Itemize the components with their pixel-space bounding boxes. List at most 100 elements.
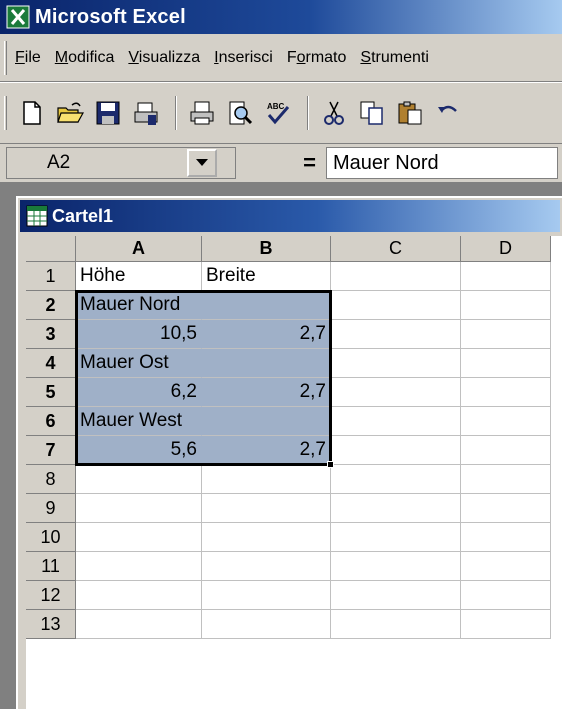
open-icon [57,102,84,123]
save-button[interactable] [91,96,125,130]
cell-d6[interactable] [461,407,551,436]
print-preview-button[interactable] [223,96,257,130]
row-header-3[interactable]: 3 [26,320,76,349]
cell-c11[interactable] [331,552,461,581]
row-header-1[interactable]: 1 [26,262,76,291]
formula-input[interactable]: Mauer Nord [326,147,558,179]
row-header-8[interactable]: 8 [26,465,76,494]
cell-d7[interactable] [461,436,551,465]
row-header-2[interactable]: 2 [26,291,76,320]
cell-c8[interactable] [331,465,461,494]
cell-b5[interactable]: 2,7 [202,378,331,407]
cell-b10[interactable] [202,523,331,552]
cell-c9[interactable] [331,494,461,523]
cell-a4[interactable]: Mauer Ost [76,349,202,378]
new-button[interactable] [15,96,49,130]
cell-c10[interactable] [331,523,461,552]
row-header-6[interactable]: 6 [26,407,76,436]
cell-d11[interactable] [461,552,551,581]
cell-c4[interactable] [331,349,461,378]
cell-b11[interactable] [202,552,331,581]
row-header-10[interactable]: 10 [26,523,76,552]
cell-d5[interactable] [461,378,551,407]
cell-c2[interactable] [331,291,461,320]
cell-a7[interactable]: 5,6 [76,436,202,465]
column-header-c[interactable]: C [331,236,461,262]
spelling-button[interactable]: ABC [261,96,295,130]
cell-d2[interactable] [461,291,551,320]
edit-formula-button[interactable]: = [236,147,326,179]
cell-d4[interactable] [461,349,551,378]
cell-b8[interactable] [202,465,331,494]
copy-button[interactable] [355,96,389,130]
cell-b7[interactable]: 2,7 [202,436,331,465]
cell-a10[interactable] [76,523,202,552]
undo-button[interactable] [431,96,465,130]
cell-c12[interactable] [331,581,461,610]
cell-a1[interactable]: Höhe [76,262,202,291]
cut-button[interactable] [317,96,351,130]
cell-b1[interactable]: Breite [202,262,331,291]
row-header-4[interactable]: 4 [26,349,76,378]
cell-c1[interactable] [331,262,461,291]
row-header-9[interactable]: 9 [26,494,76,523]
column-header-d[interactable]: D [461,236,551,262]
cell-a2[interactable]: Mauer Nord [76,291,202,320]
fill-handle[interactable] [327,461,334,468]
row-header-13[interactable]: 13 [26,610,76,639]
cell-c6[interactable] [331,407,461,436]
row-header-11[interactable]: 11 [26,552,76,581]
cell-b12[interactable] [202,581,331,610]
cell-d13[interactable] [461,610,551,639]
row-header-12[interactable]: 12 [26,581,76,610]
name-box[interactable]: A2 [6,147,236,179]
select-all-corner[interactable] [26,236,76,262]
undo-icon [438,105,457,113]
cell-b6[interactable] [202,407,331,436]
cell-d1[interactable] [461,262,551,291]
cell-c7[interactable] [331,436,461,465]
worksheet-grid[interactable]: A B C D 1 Höhe Breite 2 Mauer Nord 3 10,5 2,7 4 Mauer… [26,236,562,709]
row-header-5[interactable]: 5 [26,378,76,407]
menu-inserisci[interactable]: Inserisci [214,49,273,67]
print-preview-icon [229,101,253,125]
cell-a5[interactable]: 6,2 [76,378,202,407]
cell-b9[interactable] [202,494,331,523]
workbook-title-bar[interactable]: Cartel1 [20,200,560,232]
print-setup-button[interactable] [129,96,163,130]
menu-file[interactable]: File [15,49,41,67]
cell-a12[interactable] [76,581,202,610]
cell-a9[interactable] [76,494,202,523]
column-header-b[interactable]: B [202,236,331,262]
menu-strumenti[interactable]: Strumenti [360,49,428,67]
name-box-dropdown[interactable] [187,149,217,177]
cell-d3[interactable] [461,320,551,349]
cell-c5[interactable] [331,378,461,407]
cell-c13[interactable] [331,610,461,639]
cell-c3[interactable] [331,320,461,349]
cell-b4[interactable] [202,349,331,378]
name-box-value[interactable]: A2 [7,152,187,174]
cell-b13[interactable] [202,610,331,639]
cell-d12[interactable] [461,581,551,610]
menu-modifica[interactable]: Modifica [55,49,115,67]
cell-a11[interactable] [76,552,202,581]
paste-button[interactable] [393,96,427,130]
workbook-title: Cartel1 [52,205,114,226]
column-header-a[interactable]: A [76,236,202,262]
menu-formato[interactable]: Formato [287,49,347,67]
cell-b3[interactable]: 2,7 [202,320,331,349]
cell-d9[interactable] [461,494,551,523]
row-header-7[interactable]: 7 [26,436,76,465]
cell-d8[interactable] [461,465,551,494]
cell-a3[interactable]: 10,5 [76,320,202,349]
open-button[interactable] [53,96,87,130]
cell-a13[interactable] [76,610,202,639]
menu-visualizza[interactable]: Visualizza [128,49,200,67]
print-icon [190,101,214,125]
cell-d10[interactable] [461,523,551,552]
print-button[interactable] [185,96,219,130]
cell-a8[interactable] [76,465,202,494]
cell-b2[interactable] [202,291,331,320]
cell-a6[interactable]: Mauer West [76,407,202,436]
